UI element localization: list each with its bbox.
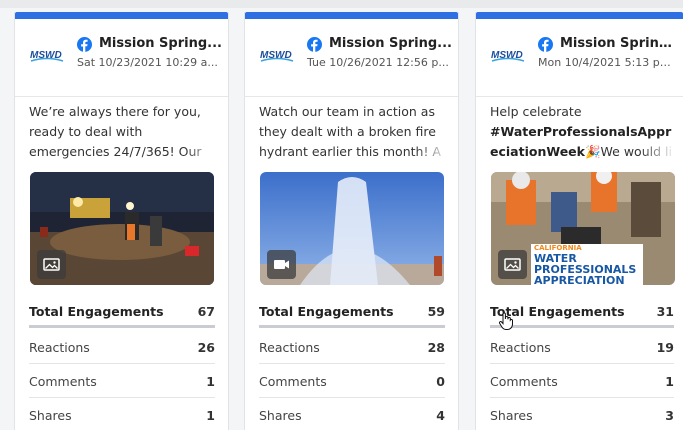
post-media-thumbnail[interactable] — [30, 172, 214, 285]
metric-value: 19 — [656, 340, 674, 355]
video-icon — [267, 250, 296, 279]
account-name[interactable]: Mission Spring... — [99, 36, 224, 51]
post-date: Tue 10/26/2021 12:56 p... — [307, 56, 449, 69]
reactions-row: Reactions 26 — [29, 330, 215, 364]
metric-label: Total Engagements — [259, 304, 394, 319]
facebook-icon — [77, 37, 92, 52]
hand-cursor-icon — [497, 311, 515, 331]
mswd-logo: MSWD — [29, 44, 65, 66]
reactions-row: Reactions 28 — [259, 330, 445, 364]
card-accent-bar — [15, 12, 228, 19]
post-media-thumbnail[interactable]: CALIFORNIA WATER PROFESSIONALS APPRECIAT… — [491, 172, 675, 285]
post-text[interactable]: Help celebrate #WaterProfessionalsApprec… — [490, 102, 676, 162]
metric-value: 3 — [665, 408, 674, 423]
card-accent-bar — [245, 12, 458, 19]
shares-row: Shares 1 — [29, 398, 215, 430]
top-strip — [0, 0, 683, 8]
card-header: MSWD Mission Spring... Mon 10/4/2021 5:1… — [476, 19, 683, 97]
total-engagements-row: Total Engagements 31 — [490, 294, 674, 328]
image-icon — [37, 250, 66, 279]
post-text-content: We’re always there for you, ready to dea… — [29, 104, 202, 159]
metric-label: Reactions — [259, 340, 320, 355]
party-emoji: 🎉 — [584, 144, 601, 159]
post-text-content: Watch our team in action as they dealt w… — [259, 104, 441, 159]
metric-value: 67 — [197, 304, 215, 319]
metric-value: 28 — [427, 340, 445, 355]
metric-value: 1 — [665, 374, 674, 389]
post-date: Mon 10/4/2021 5:13 pm ... — [538, 56, 678, 69]
badge-line-4: APPRECIATION — [534, 274, 625, 285]
shares-row: Shares 4 — [259, 398, 445, 430]
text-fade — [640, 142, 676, 162]
metric-label: Reactions — [29, 340, 90, 355]
comments-row: Comments 1 — [490, 364, 674, 398]
account-name[interactable]: Mission Spring... — [560, 36, 678, 51]
post-card-3[interactable]: MSWD Mission Spring... Mon 10/4/2021 5:1… — [475, 12, 683, 430]
facebook-icon — [307, 37, 322, 52]
card-header: MSWD Mission Spring... Tue 10/26/2021 12… — [245, 19, 458, 97]
mswd-logo: MSWD — [490, 44, 526, 66]
card-header: MSWD Mission Spring... Sat 10/23/2021 10… — [15, 19, 228, 97]
facebook-icon — [538, 37, 553, 52]
comments-row: Comments 0 — [259, 364, 445, 398]
metric-value: 4 — [436, 408, 445, 423]
total-engagements-row: Total Engagements 59 — [259, 294, 445, 328]
text-fade — [415, 142, 451, 162]
metric-value: 1 — [206, 408, 215, 423]
metric-label: Shares — [490, 408, 533, 423]
metric-label: Comments — [490, 374, 558, 389]
metric-value: 59 — [427, 304, 445, 319]
metric-label: Comments — [29, 374, 97, 389]
metric-label: Shares — [259, 408, 302, 423]
water-professionals-badge: CALIFORNIA WATER PROFESSIONALS APPRECIAT… — [531, 244, 643, 285]
reactions-row: Reactions 19 — [490, 330, 674, 364]
total-engagements-row: Total Engagements 67 — [29, 294, 215, 328]
post-card-2[interactable]: MSWD Mission Spring... Tue 10/26/2021 12… — [244, 12, 459, 430]
account-name[interactable]: Mission Spring... — [329, 36, 454, 51]
post-date: Sat 10/23/2021 10:29 a... — [77, 56, 218, 69]
comments-row: Comments 1 — [29, 364, 215, 398]
metric-value: 26 — [197, 340, 215, 355]
post-card-1[interactable]: MSWD Mission Spring... Sat 10/23/2021 10… — [14, 12, 229, 430]
mswd-logo: MSWD — [259, 44, 295, 66]
metric-value: 1 — [206, 374, 215, 389]
metric-label: Shares — [29, 408, 72, 423]
text-fade — [185, 142, 221, 162]
post-media-thumbnail[interactable] — [260, 172, 444, 285]
metric-label: Comments — [259, 374, 327, 389]
metric-label: Reactions — [490, 340, 551, 355]
image-icon — [498, 250, 527, 279]
metric-value: 31 — [656, 304, 674, 319]
card-accent-bar — [476, 12, 683, 19]
post-text[interactable]: Watch our team in action as they dealt w… — [259, 102, 451, 162]
shares-row: Shares 3 — [490, 398, 674, 430]
post-text[interactable]: We’re always there for you, ready to dea… — [29, 102, 221, 162]
post-text-lead: Help celebrate — [490, 104, 582, 119]
metric-label: Total Engagements — [29, 304, 164, 319]
metric-value: 0 — [436, 374, 445, 389]
